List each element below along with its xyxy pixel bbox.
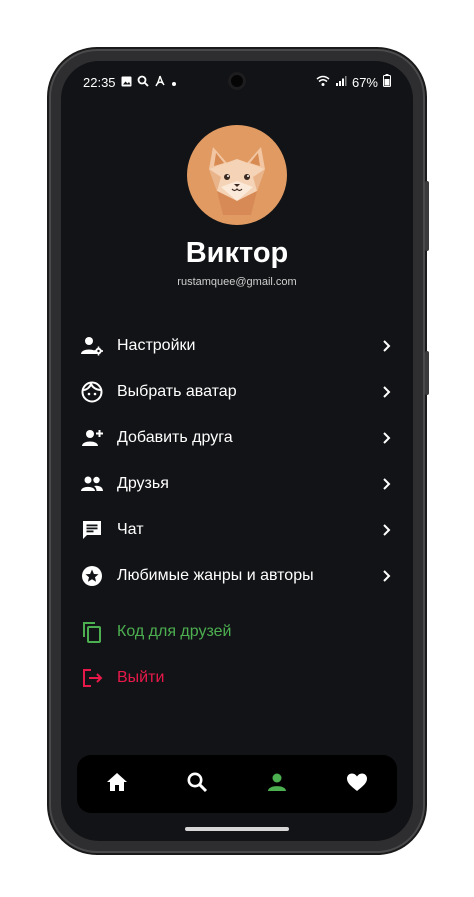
person-add-icon xyxy=(79,425,105,451)
tab-profile[interactable] xyxy=(257,764,297,804)
person-icon xyxy=(266,771,288,798)
battery-label: 67% xyxy=(351,74,378,90)
home-indicator[interactable] xyxy=(185,827,289,831)
logout-label: Выйти xyxy=(117,669,165,686)
friend-code-label: Код для друзей xyxy=(117,623,232,640)
phone-frame: 22:35 67% Виктор rustamquee@gmail.com На… xyxy=(51,51,429,851)
chevron-right-icon xyxy=(379,477,393,491)
search-icon xyxy=(137,75,149,90)
menu-item-friends[interactable]: Друзья xyxy=(61,461,413,507)
home-icon xyxy=(106,771,128,798)
menu-spacer xyxy=(61,599,413,609)
pdf-icon xyxy=(154,75,166,90)
tab-search[interactable] xyxy=(177,764,217,804)
screen: 22:35 67% Виктор rustamquee@gmail.com На… xyxy=(61,61,413,841)
menu-item-choose-avatar[interactable]: Выбрать аватар xyxy=(61,369,413,415)
menu-item-add-friend[interactable]: Добавить друга xyxy=(61,415,413,461)
logout-button[interactable]: Выйти xyxy=(61,655,413,701)
menu-item-chat[interactable]: Чат xyxy=(61,507,413,553)
status-time: 22:35 xyxy=(83,74,116,90)
copy-icon xyxy=(79,619,105,645)
user-gear-icon xyxy=(79,333,105,359)
chevron-right-icon xyxy=(379,385,393,399)
signal-icon xyxy=(335,75,347,90)
bottom-tab-bar xyxy=(77,755,397,813)
volume-button xyxy=(425,181,429,251)
menu-item-label: Любимые жанры и авторы xyxy=(117,567,314,584)
star-circle-icon xyxy=(79,563,105,589)
chevron-right-icon xyxy=(379,523,393,537)
power-button xyxy=(425,351,429,395)
menu-item-label: Добавить друга xyxy=(117,429,233,446)
dot-icon xyxy=(171,75,177,90)
tab-favorites[interactable] xyxy=(337,764,377,804)
chevron-right-icon xyxy=(379,339,393,353)
menu-item-label: Выбрать аватар xyxy=(117,383,237,400)
profile-menu: Настройки Выбрать аватар Добавить друга … xyxy=(61,323,413,701)
face-icon xyxy=(79,379,105,405)
logout-icon xyxy=(79,665,105,691)
profile-name: Виктор xyxy=(185,237,289,269)
menu-item-favorite-genres[interactable]: Любимые жанры и авторы xyxy=(61,553,413,599)
image-icon xyxy=(121,75,132,90)
menu-item-label: Настройки xyxy=(117,337,196,354)
heart-icon xyxy=(346,771,368,798)
menu-item-label: Чат xyxy=(117,521,144,538)
battery-icon xyxy=(383,74,391,90)
chevron-right-icon xyxy=(379,569,393,583)
friend-code-button[interactable]: Код для друзей xyxy=(61,609,413,655)
profile-email: rustamquee@gmail.com xyxy=(177,276,297,288)
chevron-right-icon xyxy=(379,431,393,445)
people-icon xyxy=(79,471,105,497)
tab-home[interactable] xyxy=(97,764,137,804)
search-icon xyxy=(186,771,208,798)
menu-item-label: Друзья xyxy=(117,475,169,492)
fox-avatar-icon[interactable] xyxy=(187,125,287,225)
wifi-icon xyxy=(316,75,330,90)
menu-item-settings[interactable]: Настройки xyxy=(61,323,413,369)
chat-icon xyxy=(79,517,105,543)
front-camera xyxy=(228,72,246,90)
